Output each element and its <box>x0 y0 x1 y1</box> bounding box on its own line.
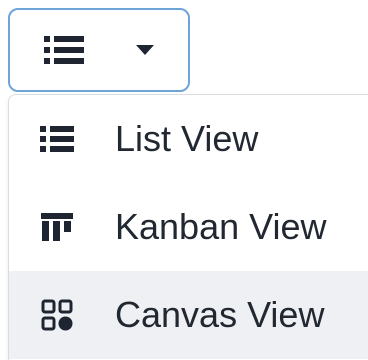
list-icon <box>39 121 75 157</box>
list-icon <box>44 34 84 66</box>
menu-item-canvas-view[interactable]: Canvas View <box>9 271 368 359</box>
menu-item-kanban-view[interactable]: Kanban View <box>9 183 368 271</box>
menu-item-label: Kanban View <box>115 206 327 247</box>
canvas-icon <box>39 297 75 333</box>
menu-item-label: List View <box>115 118 259 159</box>
kanban-icon <box>39 209 75 245</box>
view-switcher-button[interactable] <box>8 8 190 92</box>
view-switcher: List View Kanban View Canvas View <box>0 0 368 360</box>
menu-item-label: Canvas View <box>115 294 325 335</box>
caret-down-icon <box>136 45 154 55</box>
view-menu: List View Kanban View Canvas View <box>8 94 368 360</box>
menu-item-list-view[interactable]: List View <box>9 95 368 183</box>
